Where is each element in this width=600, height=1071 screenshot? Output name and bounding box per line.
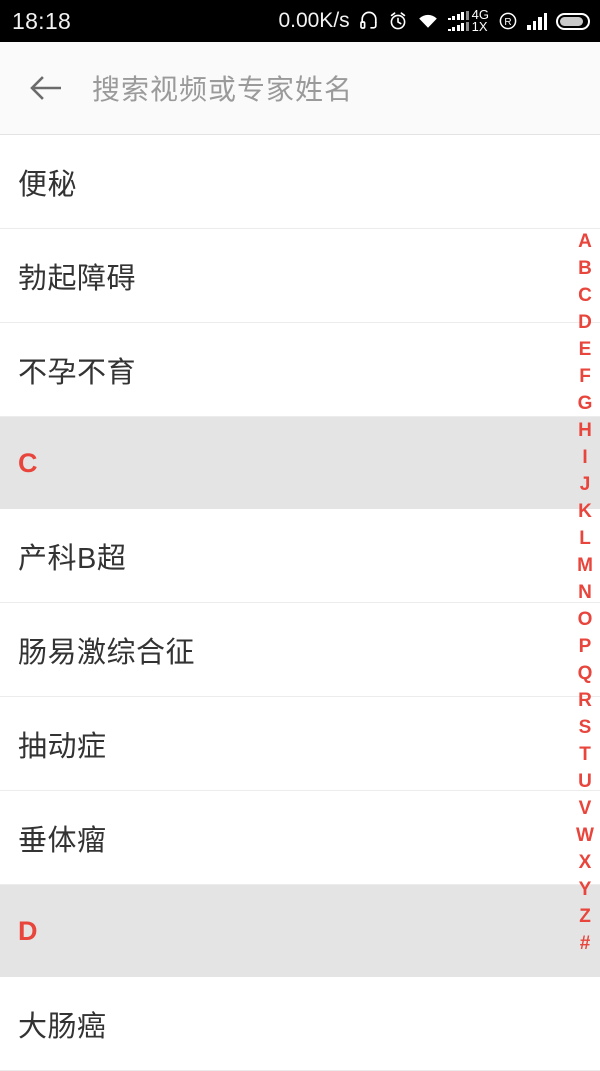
alphabet-index-letter[interactable]: W: [570, 822, 600, 849]
list-item-label: 大肠癌: [18, 1010, 107, 1043]
battery-fill: [560, 16, 583, 26]
wifi-icon: [417, 12, 439, 30]
alphabet-index-letter[interactable]: B: [570, 255, 600, 282]
list-item[interactable]: 垂体瘤: [0, 791, 600, 885]
list-item[interactable]: 产科B超: [0, 509, 600, 603]
headphone-icon: [359, 11, 379, 31]
alphabet-index-letter[interactable]: #: [570, 930, 600, 957]
battery-icon: [556, 12, 590, 30]
alphabet-index-letter[interactable]: D: [570, 309, 600, 336]
list-item[interactable]: 便秘: [0, 135, 600, 229]
section-header-label: D: [18, 915, 38, 946]
alphabet-index-letter[interactable]: F: [570, 363, 600, 390]
alphabet-index-letter[interactable]: I: [570, 444, 600, 471]
alphabet-index-letter[interactable]: K: [570, 498, 600, 525]
alphabet-index-letter[interactable]: V: [570, 795, 600, 822]
alphabet-index-letter[interactable]: P: [570, 633, 600, 660]
back-arrow-icon: [27, 73, 65, 103]
sim-label-secondary: 1X: [471, 19, 488, 34]
list-item[interactable]: 大肠癌: [0, 977, 600, 1071]
network-speed-label: 0.00K/s: [278, 9, 350, 32]
roaming-icon: R: [498, 11, 518, 31]
section-header: D: [0, 885, 600, 977]
alphabet-index-letter[interactable]: G: [570, 390, 600, 417]
alphabet-index-letter[interactable]: J: [570, 471, 600, 498]
list-item-label: 抽动症: [18, 730, 107, 763]
list-item-label: 不孕不育: [18, 356, 137, 389]
list-item-label: 产科B超: [18, 542, 127, 575]
back-button[interactable]: [0, 42, 92, 135]
alphabet-index-letter[interactable]: X: [570, 849, 600, 876]
alphabet-index-letter[interactable]: Y: [570, 876, 600, 903]
svg-text:R: R: [504, 17, 511, 28]
sim-signal-bars: [447, 11, 469, 31]
alphabet-index-letter[interactable]: S: [570, 714, 600, 741]
dual-sim-signal-icon: 4G 1X: [447, 8, 489, 34]
status-bar-icon-tray: 0.00K/s 4G 1X R: [278, 0, 590, 42]
alphabet-index-letter[interactable]: M: [570, 552, 600, 579]
alphabet-index-letter[interactable]: N: [570, 579, 600, 606]
alphabet-index-letter[interactable]: Z: [570, 903, 600, 930]
section-header-label: C: [18, 447, 38, 478]
list-item-label: 垂体瘤: [18, 824, 107, 857]
disease-list[interactable]: 便秘勃起障碍不孕不育 C 产科B超肠易激综合征 抽动症垂体瘤 D 大肠癌: [0, 135, 600, 1071]
cellular-signal-icon: [527, 12, 547, 30]
sim-network-labels: 4G 1X: [471, 8, 489, 34]
alphabet-index-letter[interactable]: H: [570, 417, 600, 444]
alphabet-index-letter[interactable]: Q: [570, 660, 600, 687]
list-item-label: 勃起障碍: [18, 262, 137, 295]
list-item-label: 便秘: [18, 168, 78, 201]
list-item[interactable]: 勃起障碍: [0, 229, 600, 323]
list-item[interactable]: 抽动症: [0, 697, 600, 791]
search-bar: 搜索视频或专家姓名: [0, 42, 600, 135]
section-header: C: [0, 417, 600, 509]
status-bar-clock: 18:18: [12, 7, 72, 34]
alphabet-index-scrollbar[interactable]: A B C D E F G H I J K L M N O P Q R S T U V W X Y Z #: [570, 228, 600, 957]
alphabet-index-letter[interactable]: U: [570, 768, 600, 795]
search-input[interactable]: 搜索视频或专家姓名: [92, 68, 353, 108]
alphabet-index-letter[interactable]: R: [570, 687, 600, 714]
alphabet-index-letter[interactable]: O: [570, 606, 600, 633]
list-item-label: 肠易激综合征: [18, 636, 196, 669]
alphabet-index-letter[interactable]: A: [570, 228, 600, 255]
list-item[interactable]: 不孕不育: [0, 323, 600, 417]
alphabet-index-letter[interactable]: T: [570, 741, 600, 768]
status-bar: 18:18 0.00K/s 4G 1X R: [0, 0, 600, 42]
list-item[interactable]: 肠易激综合征: [0, 603, 600, 697]
alphabet-index-letter[interactable]: E: [570, 336, 600, 363]
alarm-clock-icon: [388, 11, 408, 31]
alphabet-index-letter[interactable]: C: [570, 282, 600, 309]
alphabet-index-letter[interactable]: L: [570, 525, 600, 552]
